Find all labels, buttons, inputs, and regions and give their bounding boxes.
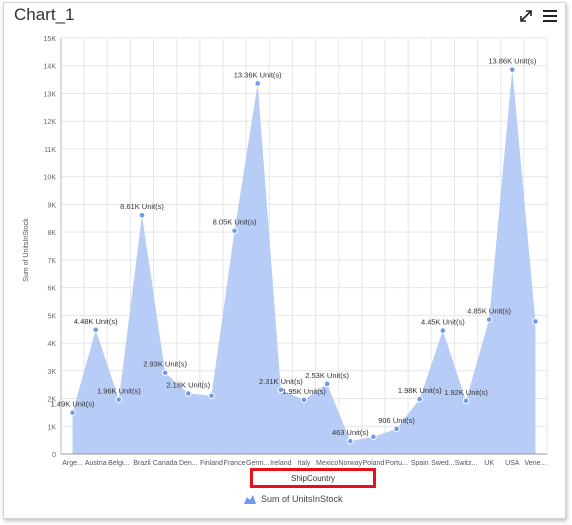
y-axis-title: Sum of UnitsInStock — [23, 218, 30, 282]
y-tick-label: 9K — [47, 202, 56, 209]
data-label: 2.31K Unit(s) — [259, 377, 303, 386]
x-axis-title-highlight — [250, 468, 376, 488]
data-point-marker — [370, 433, 377, 441]
y-tick-label: 10K — [44, 175, 57, 182]
area-legend-icon — [244, 495, 256, 504]
data-label: 463 Unit(s) — [332, 428, 369, 437]
data-label: 906 Unit(s) — [378, 416, 415, 425]
data-label: 1.49K Unit(s) — [51, 400, 95, 409]
y-tick-label: 4K — [47, 341, 56, 348]
data-label: 8.61K Unit(s) — [120, 202, 164, 211]
data-point-marker — [69, 409, 76, 416]
data-label: 13.36K Unit(s) — [234, 70, 282, 79]
y-tick-label: 1K — [47, 424, 56, 431]
data-point-marker — [300, 396, 308, 404]
data-label: 4.85K Unit(s) — [467, 306, 511, 315]
data-label: 1.96K Unit(s) — [97, 387, 141, 396]
x-tick-label: Spain — [411, 460, 429, 467]
data-point-marker — [323, 380, 331, 388]
y-tick-label: 15K — [44, 36, 57, 43]
legend[interactable]: Sum of UnitsInStock — [244, 494, 343, 504]
x-tick-label: Norway — [338, 460, 362, 467]
x-tick-label: France — [224, 460, 246, 467]
data-point-marker — [532, 318, 539, 325]
data-point-marker — [254, 80, 262, 87]
x-tick-label: Mexico — [316, 460, 338, 467]
x-tick-label: Brazil — [133, 460, 151, 467]
x-tick-label: Ireland — [270, 460, 292, 467]
data-label: 13.86K Unit(s) — [488, 57, 536, 66]
y-tick-label: 8K — [47, 230, 56, 237]
y-tick-label: 12K — [44, 119, 57, 126]
x-tick-label: Poland — [363, 460, 385, 467]
y-tick-label: 7K — [47, 258, 56, 265]
x-tick-label: USA — [505, 460, 520, 467]
y-tick-label: 5K — [47, 313, 56, 320]
x-tick-label: Italy — [298, 460, 311, 467]
data-point-marker — [92, 326, 100, 334]
data-point-marker — [231, 227, 238, 235]
x-tick-label: Switz... — [455, 460, 478, 467]
x-tick-label: Den... — [179, 460, 198, 467]
data-point-marker — [161, 369, 169, 377]
data-label: 4.48K Unit(s) — [74, 317, 118, 326]
data-point-marker — [393, 425, 400, 433]
y-tick-label: 13K — [44, 91, 57, 98]
x-tick-label: Finland — [200, 460, 223, 467]
y-tick-label: 6K — [47, 286, 56, 293]
data-label: 1.98K Unit(s) — [398, 386, 442, 395]
data-point-marker — [439, 327, 447, 334]
data-point-marker — [115, 396, 123, 403]
data-point-marker — [184, 390, 192, 397]
y-tick-label: 3K — [47, 369, 56, 376]
x-tick-label: Austria — [85, 460, 107, 467]
data-point-marker — [346, 437, 354, 445]
x-tick-label: Germ... — [246, 460, 269, 467]
area-chart: 1.49K Unit(s) 4.48K Unit(s) 1.96K Unit(s) 8… — [23, 36, 548, 483]
x-tick-label: Canada — [153, 460, 178, 467]
x-tick-label: Vene... — [525, 460, 547, 467]
data-point-marker — [508, 66, 516, 73]
data-label: 1.95K Unit(s) — [282, 387, 326, 396]
data-label: 8.05K Unit(s) — [213, 218, 257, 227]
y-tick-label: 0 — [52, 452, 56, 459]
legend-label: Sum of UnitsInStock — [261, 494, 343, 504]
x-tick-label: Belgi... — [108, 460, 129, 467]
x-tick-label: Portu... — [385, 460, 408, 467]
data-label: 2.53K Unit(s) — [305, 371, 349, 380]
data-label: 2.93K Unit(s) — [143, 360, 187, 369]
data-point-marker — [208, 392, 215, 400]
data-label: 1.92K Unit(s) — [444, 388, 488, 397]
data-point-marker — [416, 395, 424, 403]
x-tick-label: Swed... — [431, 460, 454, 467]
data-label: 4.45K Unit(s) — [421, 318, 465, 327]
data-label: 2.18K Unit(s) — [166, 381, 210, 390]
x-tick-label: Arge... — [62, 460, 83, 467]
data-point-marker — [138, 211, 146, 219]
y-tick-label: 11K — [44, 147, 56, 154]
data-point-marker — [462, 397, 470, 405]
data-point-marker — [485, 316, 493, 323]
y-tick-label: 2K — [47, 397, 56, 404]
y-tick-label: 14K — [44, 64, 57, 71]
x-tick-label: UK — [484, 460, 494, 467]
